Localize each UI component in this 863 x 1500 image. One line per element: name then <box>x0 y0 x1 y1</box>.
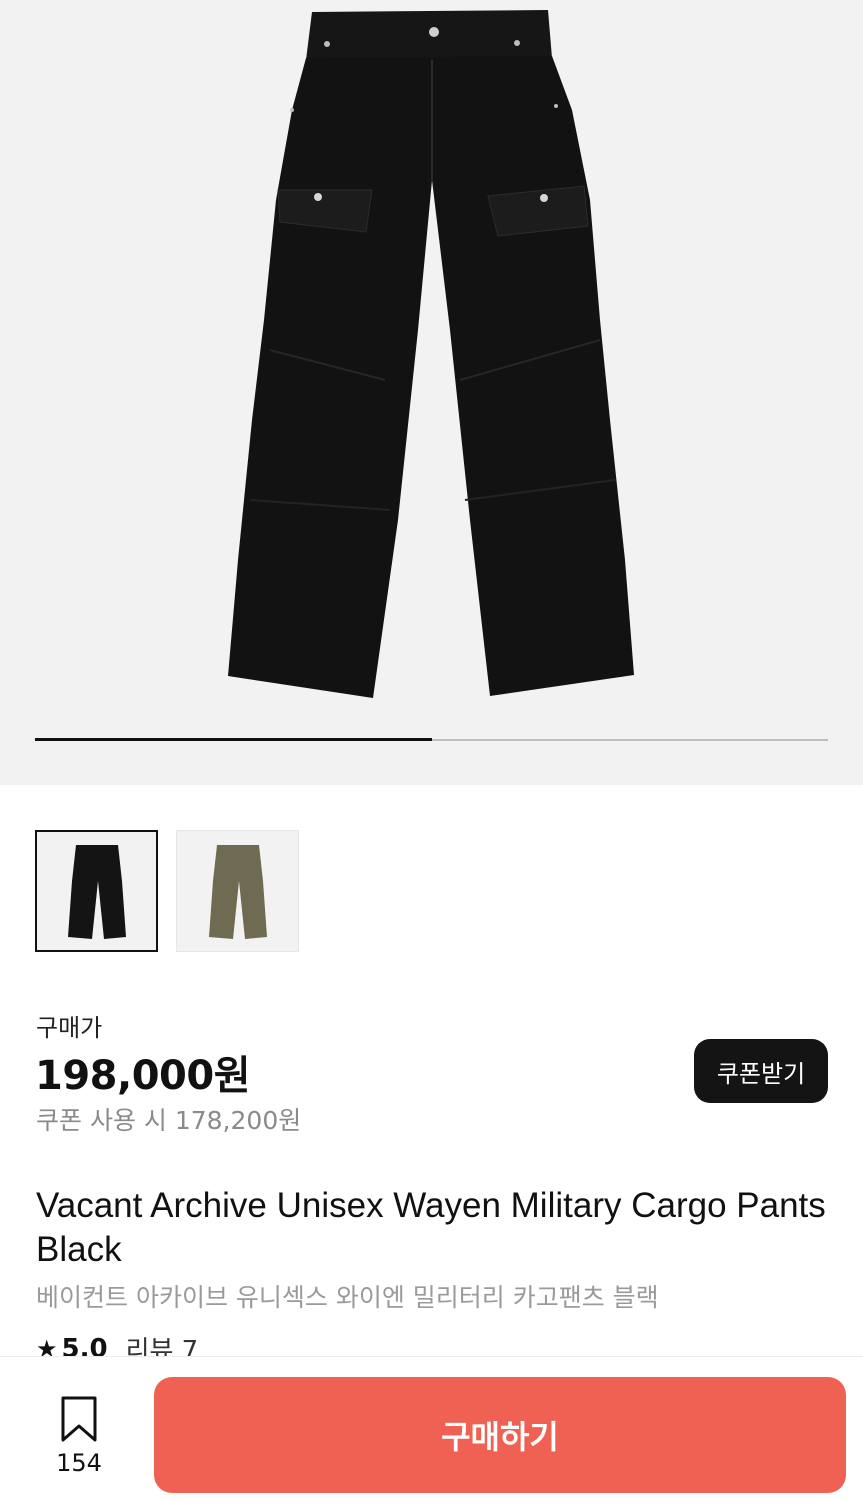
thumbnail-khaki[interactable] <box>176 830 299 952</box>
thumbnail-black-image <box>67 845 126 939</box>
product-image-gallery[interactable] <box>0 0 863 785</box>
coupon-button[interactable]: 쿠폰받기 <box>694 1039 828 1103</box>
buy-button[interactable]: 구매하기 <box>154 1377 846 1493</box>
bookmark-button[interactable]: 154 <box>50 1395 108 1477</box>
thumbnail-black[interactable] <box>35 830 158 952</box>
bookmark-count: 154 <box>56 1449 102 1477</box>
bottom-action-bar: 154 구매하기 <box>0 1356 863 1500</box>
product-main-image <box>228 10 634 698</box>
gallery-progress-track <box>35 738 828 741</box>
gallery-progress-fill <box>35 738 432 741</box>
thumbnail-khaki-image <box>208 845 267 939</box>
product-title-en: Vacant Archive Unisex Wayen Military Car… <box>36 1186 826 1269</box>
thumbnail-strip <box>35 830 299 952</box>
price: 198,000원 <box>35 1053 251 1099</box>
product-title-ko: 베이컨트 아카이브 유니섹스 와이엔 밀리터리 카고팬츠 블랙 <box>36 1283 659 1312</box>
bookmark-icon <box>61 1396 97 1442</box>
price-label: 구매가 <box>36 1014 103 1042</box>
coupon-price: 쿠폰 사용 시 178,200원 <box>36 1106 302 1135</box>
